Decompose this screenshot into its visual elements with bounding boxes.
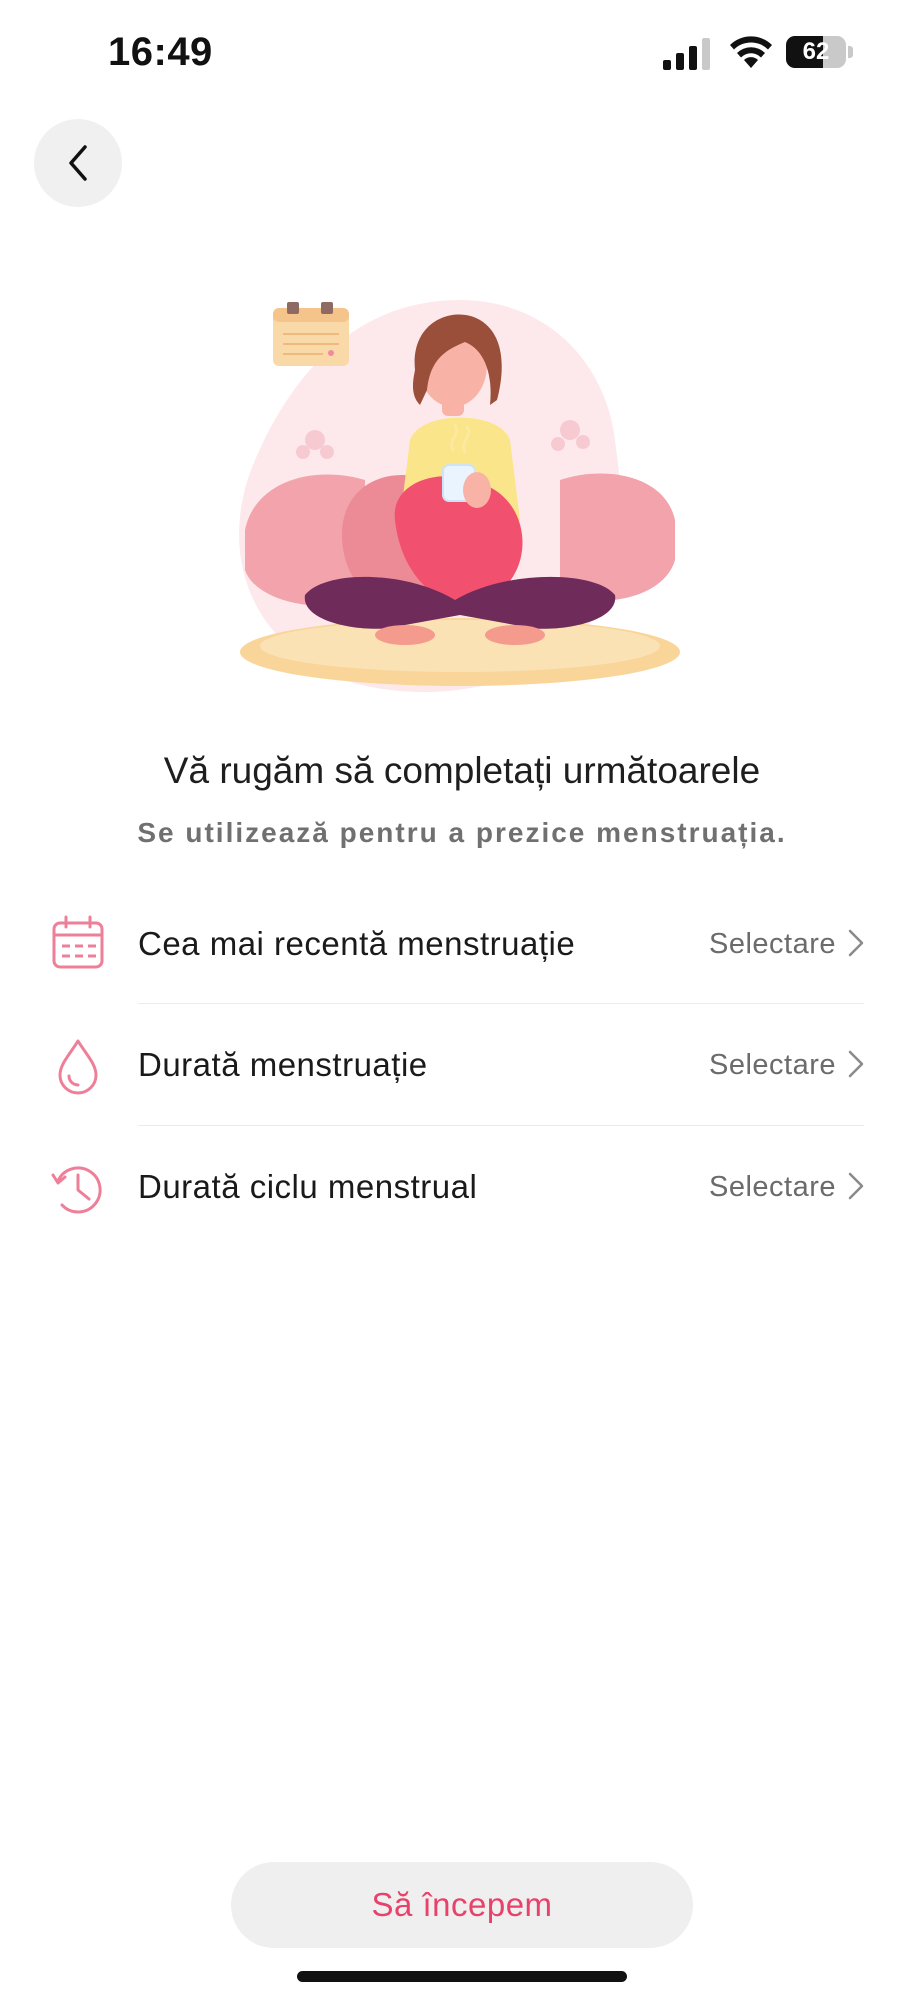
chevron-right-icon — [848, 1172, 864, 1200]
drop-icon — [58, 1039, 98, 1095]
calendar-note — [273, 302, 349, 366]
clock-icon — [51, 1166, 102, 1214]
row-label: Cea mai recentă menstruație — [138, 925, 576, 962]
cycle-duration-row[interactable]: Durată ciclu menstrual Selectare — [0, 1128, 924, 1246]
cellular-signal-icon — [663, 38, 710, 70]
row-label: Durată ciclu menstrual — [138, 1168, 478, 1205]
woman-with-cup-illustration — [239, 300, 680, 693]
period-duration-row[interactable]: Durată menstruație Selectare — [0, 1006, 924, 1124]
intro-subheading: Se utilizează pentru a prezice menstruaț… — [137, 817, 787, 848]
divider — [138, 1003, 864, 1004]
chevron-right-icon — [848, 1050, 864, 1078]
back-button[interactable] — [34, 119, 122, 207]
chevron-left-icon — [69, 145, 87, 181]
status-bar: 16:49 62 — [0, 0, 924, 110]
row-label: Durată menstruație — [138, 1046, 428, 1083]
chevron-right-icon — [848, 929, 864, 957]
battery-percent: 62 — [802, 38, 830, 65]
divider — [138, 1125, 864, 1126]
home-indicator[interactable] — [297, 1971, 627, 1982]
status-time: 16:49 — [108, 30, 213, 74]
row-value: Selectare — [708, 928, 836, 960]
calendar-icon — [52, 915, 104, 969]
battery-icon: 62 — [786, 36, 856, 70]
start-button[interactable]: Să începem — [231, 1862, 693, 1948]
row-value: Selectare — [708, 1049, 836, 1081]
wifi-icon — [730, 36, 772, 68]
intro-heading: Vă rugăm să completați următoarele — [163, 750, 761, 791]
last-period-row[interactable]: Cea mai recentă menstruație Selectare — [0, 885, 924, 1003]
row-value: Selectare — [708, 1171, 836, 1203]
